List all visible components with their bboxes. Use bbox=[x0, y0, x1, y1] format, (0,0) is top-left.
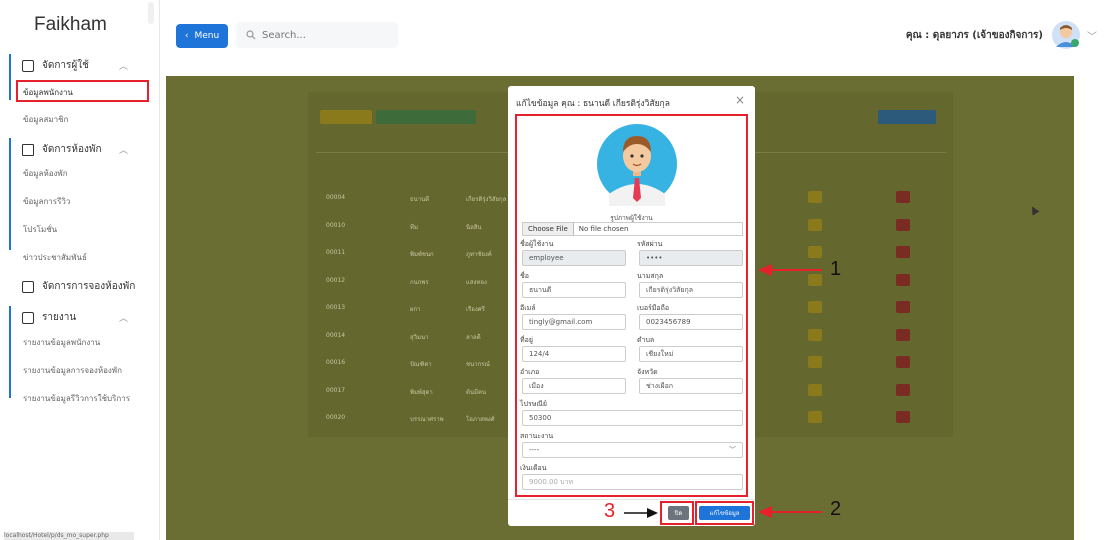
annotation-number-2: 2 bbox=[830, 498, 842, 520]
arrow-2 bbox=[758, 506, 822, 518]
annotation-arrows bbox=[624, 264, 822, 518]
arrow-3 bbox=[624, 508, 658, 518]
annotation-number-1: 1 bbox=[830, 258, 842, 280]
annotation-number-3: 3 bbox=[604, 500, 616, 522]
arrow-1 bbox=[758, 264, 822, 276]
